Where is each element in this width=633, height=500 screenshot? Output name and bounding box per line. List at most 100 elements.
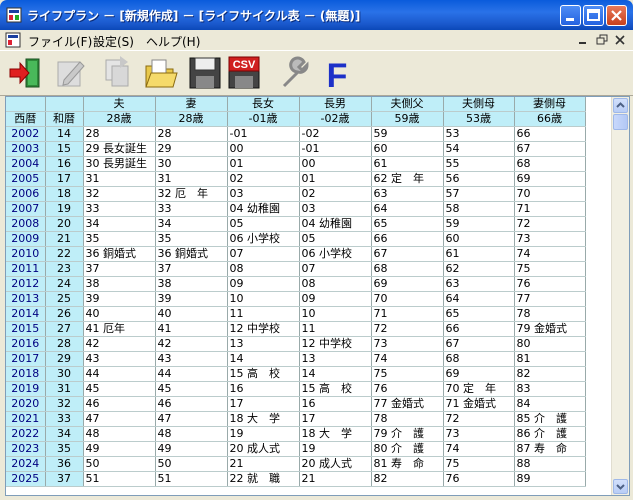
- mdi-restore-icon[interactable]: [595, 33, 609, 47]
- wareki-cell[interactable]: 37: [45, 471, 84, 487]
- age-event-cell[interactable]: 42: [83, 336, 156, 352]
- table-row[interactable]: 2015 27 41 厄年 41 12 中学校 11 72 66 79 金婚式: [6, 321, 586, 337]
- seireki-cell[interactable]: 2012: [6, 276, 46, 292]
- seireki-cell[interactable]: 2018: [6, 366, 46, 382]
- scroll-down-button[interactable]: [613, 479, 628, 494]
- age-event-cell[interactable]: 05: [227, 216, 300, 232]
- table-row[interactable]: 2011 23 37 37 08 07 68 62 75: [6, 261, 586, 277]
- age-event-cell[interactable]: 44: [155, 366, 228, 382]
- seireki-cell[interactable]: 2009: [6, 231, 46, 247]
- age-event-cell[interactable]: 03: [299, 201, 372, 217]
- seireki-cell[interactable]: 2022: [6, 426, 46, 442]
- age-event-cell[interactable]: 70: [514, 186, 586, 202]
- document-icon[interactable]: [5, 32, 21, 48]
- age-event-cell[interactable]: 79 介 護: [371, 426, 444, 442]
- wareki-cell[interactable]: 22: [45, 246, 84, 262]
- age-event-cell[interactable]: 80: [514, 336, 586, 352]
- seireki-cell[interactable]: 2017: [6, 351, 46, 367]
- age-event-cell[interactable]: 35: [155, 231, 228, 247]
- seireki-cell[interactable]: 2016: [6, 336, 46, 352]
- age-event-cell[interactable]: 68: [514, 156, 586, 172]
- scroll-up-button[interactable]: [613, 98, 628, 113]
- age-event-cell[interactable]: 33: [83, 201, 156, 217]
- age-event-cell[interactable]: 75: [514, 261, 586, 277]
- seireki-cell[interactable]: 2002: [6, 126, 46, 142]
- age-event-cell[interactable]: 01: [227, 156, 300, 172]
- seireki-cell[interactable]: 2003: [6, 141, 46, 157]
- age-event-cell[interactable]: 59: [371, 126, 444, 142]
- age-event-cell[interactable]: 34: [155, 216, 228, 232]
- age-event-cell[interactable]: 37: [83, 261, 156, 277]
- age-event-cell[interactable]: 45: [83, 381, 156, 397]
- age-event-cell[interactable]: 11: [227, 306, 300, 322]
- age-event-cell[interactable]: 82: [371, 471, 444, 487]
- age-event-cell[interactable]: 49: [83, 441, 156, 457]
- wareki-cell[interactable]: 27: [45, 321, 84, 337]
- wareki-cell[interactable]: 15: [45, 141, 84, 157]
- age-event-cell[interactable]: 04 幼稚園: [227, 201, 300, 217]
- menu-file[interactable]: ファイル(F): [28, 33, 92, 50]
- age-event-cell[interactable]: 70: [371, 291, 444, 307]
- age-event-cell[interactable]: 21: [227, 456, 300, 472]
- age-event-cell[interactable]: 77 金婚式: [371, 396, 444, 412]
- age-event-cell[interactable]: 12 中学校: [299, 336, 372, 352]
- table-row[interactable]: 2012 24 38 38 09 08 69 63 76: [6, 276, 586, 292]
- age-event-cell[interactable]: 69: [443, 366, 515, 382]
- age-event-cell[interactable]: 47: [155, 411, 228, 427]
- csv-export-icon[interactable]: CSV: [225, 54, 263, 92]
- age-event-cell[interactable]: 68: [371, 261, 444, 277]
- wareki-cell[interactable]: 30: [45, 366, 84, 382]
- age-event-cell[interactable]: 48: [155, 426, 228, 442]
- seireki-cell[interactable]: 2004: [6, 156, 46, 172]
- mdi-close-icon[interactable]: [613, 33, 627, 47]
- age-event-cell[interactable]: 13: [299, 351, 372, 367]
- age-event-cell[interactable]: 74: [443, 441, 515, 457]
- age-event-cell[interactable]: 11: [299, 321, 372, 337]
- close-button[interactable]: [606, 5, 627, 26]
- age-event-cell[interactable]: 73: [514, 231, 586, 247]
- age-event-cell[interactable]: 49: [155, 441, 228, 457]
- age-event-cell[interactable]: 28: [83, 126, 156, 142]
- wareki-cell[interactable]: 29: [45, 351, 84, 367]
- age-event-cell[interactable]: 83: [514, 381, 586, 397]
- age-event-cell[interactable]: 19: [227, 426, 300, 442]
- age-event-cell[interactable]: 32 厄 年: [155, 186, 228, 202]
- age-event-cell[interactable]: 04 幼稚園: [299, 216, 372, 232]
- seireki-cell[interactable]: 2019: [6, 381, 46, 397]
- age-event-cell[interactable]: 76: [371, 381, 444, 397]
- age-event-cell[interactable]: 02: [299, 186, 372, 202]
- menu-help[interactable]: ヘルプ(H): [146, 33, 200, 50]
- age-event-cell[interactable]: 67: [371, 246, 444, 262]
- wareki-cell[interactable]: 35: [45, 441, 84, 457]
- age-event-cell[interactable]: 30: [155, 156, 228, 172]
- wareki-cell[interactable]: 14: [45, 126, 84, 142]
- age-event-cell[interactable]: 71: [514, 201, 586, 217]
- age-event-cell[interactable]: 29 長女誕生: [83, 141, 156, 157]
- table-row[interactable]: 2017 29 43 43 14 13 74 68 81: [6, 351, 586, 367]
- age-event-cell[interactable]: 75: [371, 366, 444, 382]
- age-event-cell[interactable]: 51: [83, 471, 156, 487]
- age-event-cell[interactable]: 41: [155, 321, 228, 337]
- open-folder-icon[interactable]: [142, 54, 180, 92]
- seireki-cell[interactable]: 2015: [6, 321, 46, 337]
- age-event-cell[interactable]: 65: [443, 306, 515, 322]
- age-event-cell[interactable]: 01: [299, 171, 372, 187]
- table-row[interactable]: 2016 28 42 42 13 12 中学校 73 67 80: [6, 336, 586, 352]
- age-event-cell[interactable]: 44: [83, 366, 156, 382]
- age-event-cell[interactable]: 73: [443, 426, 515, 442]
- age-event-cell[interactable]: 08: [299, 276, 372, 292]
- age-event-cell[interactable]: 46: [83, 396, 156, 412]
- age-event-cell[interactable]: -02: [299, 126, 372, 142]
- save-disk-icon[interactable]: [186, 54, 224, 92]
- age-event-cell[interactable]: 40: [83, 306, 156, 322]
- age-event-cell[interactable]: 80 介 護: [371, 441, 444, 457]
- age-event-cell[interactable]: 78: [514, 306, 586, 322]
- age-event-cell[interactable]: 20 成人式: [299, 456, 372, 472]
- wareki-cell[interactable]: 34: [45, 426, 84, 442]
- age-event-cell[interactable]: 74: [514, 246, 586, 262]
- age-event-cell[interactable]: 21: [299, 471, 372, 487]
- age-event-cell[interactable]: 00: [299, 156, 372, 172]
- age-event-cell[interactable]: 42: [155, 336, 228, 352]
- age-event-cell[interactable]: 64: [443, 291, 515, 307]
- age-event-cell[interactable]: 43: [155, 351, 228, 367]
